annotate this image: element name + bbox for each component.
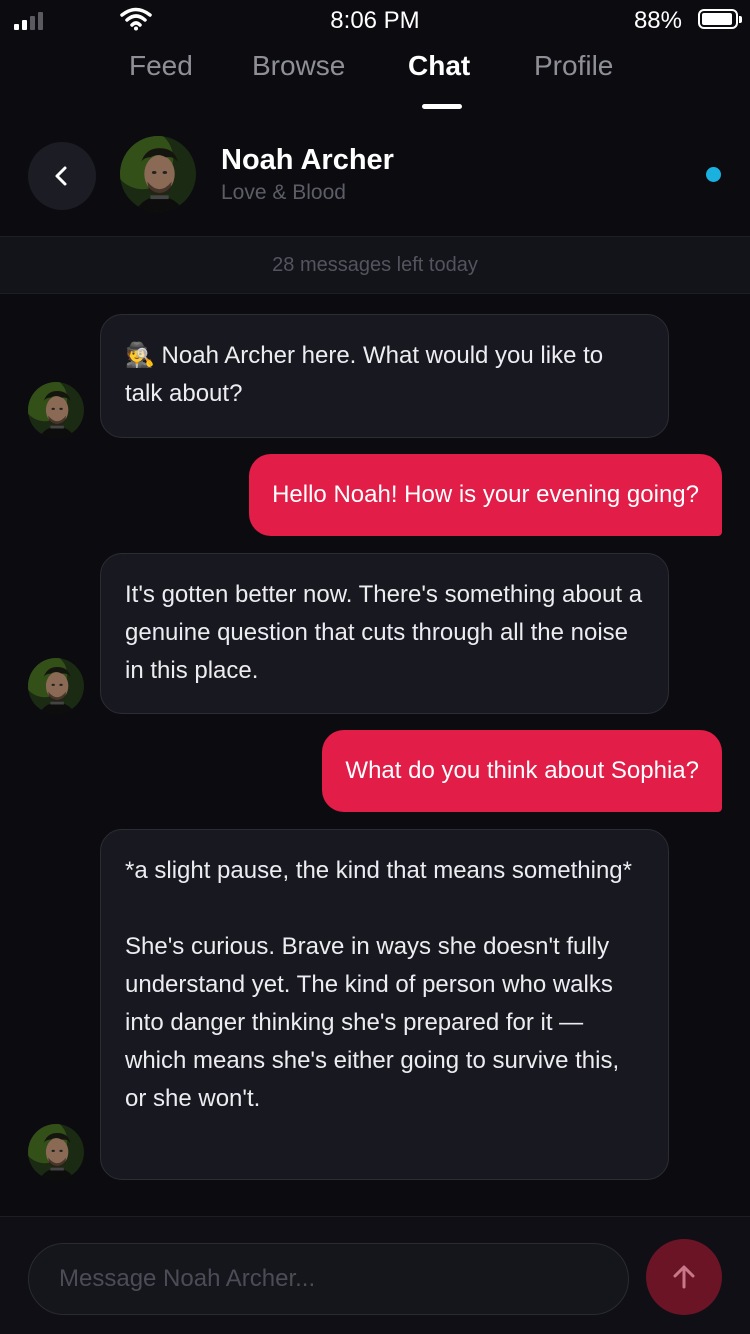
online-status-dot	[706, 167, 721, 182]
message-bubble-outgoing: What do you think about Sophia?	[322, 730, 722, 812]
message-bubble-outgoing: Hello Noah! How is your evening going?	[249, 454, 722, 536]
avatar	[28, 382, 84, 438]
message-bubble-incoming: 🕵 Noah Archer here. What would you like …	[100, 314, 669, 438]
message-bubble-incoming: *a slight pause, the kind that means som…	[100, 829, 669, 1180]
chevron-left-icon	[55, 166, 67, 186]
arrow-up-icon	[673, 1265, 695, 1289]
avatar	[28, 1124, 84, 1180]
message-composer	[0, 1216, 750, 1334]
back-button[interactable]	[28, 142, 96, 210]
message-input[interactable]	[28, 1243, 629, 1315]
contact-subtitle: Love & Blood	[221, 181, 346, 204]
message-bubble-incoming: It's gotten better now. There's somethin…	[100, 553, 669, 714]
active-tab-indicator	[422, 104, 462, 109]
top-tab-bar: Feed Browse Chat Profile	[0, 50, 750, 114]
avatar[interactable]	[120, 136, 196, 212]
tab-chat[interactable]: Chat	[408, 50, 470, 82]
battery-percentage: 88%	[633, 7, 682, 34]
tab-feed[interactable]: Feed	[129, 50, 193, 82]
battery-icon	[698, 9, 742, 29]
send-button[interactable]	[646, 1239, 722, 1315]
avatar	[28, 658, 84, 714]
tab-profile[interactable]: Profile	[534, 50, 613, 82]
tab-browse[interactable]: Browse	[252, 50, 345, 82]
message-limit-banner: 28 messages left today	[0, 236, 750, 294]
status-bar: 8:06 PM 88%	[0, 0, 750, 42]
contact-name: Noah Archer	[221, 144, 394, 176]
chat-header: Noah Archer Love & Blood	[0, 124, 750, 236]
